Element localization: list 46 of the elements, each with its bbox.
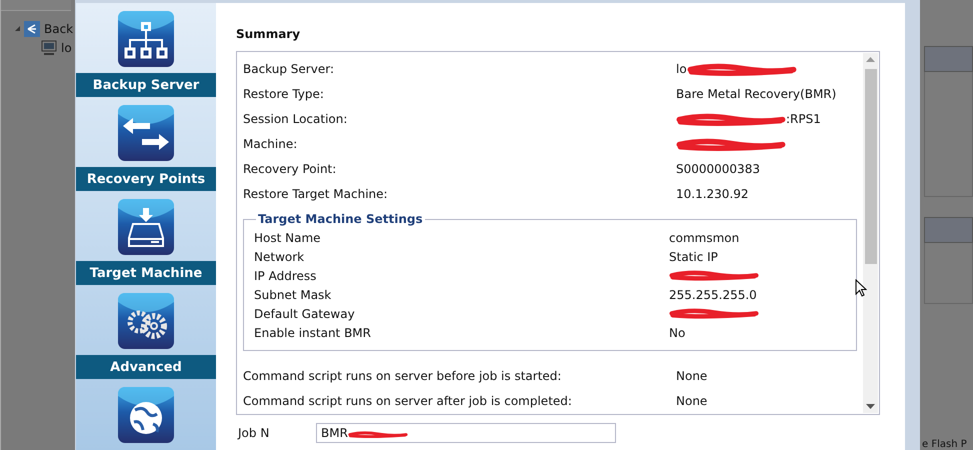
section-title: Summary [236,27,300,41]
panel-header [924,217,973,243]
computer-icon [41,40,57,56]
field-value: S0000000383 [676,162,760,176]
field-label: Machine: [243,136,298,150]
field-value: Static IP [669,250,718,264]
tree-item[interactable]: lo [61,40,72,54]
field-value: lo [676,62,687,76]
field-label: Backup Server: [243,62,335,76]
field-value: 10.1.230.92 [676,186,749,200]
nav-label[interactable]: Backup Server [76,73,216,97]
field-label: Session Location: [243,112,348,126]
field-value: No [669,326,686,340]
nav-label[interactable]: Target Machine [76,261,216,285]
tree-item[interactable]: Back [44,22,74,36]
field-label: Command script runs on server after job is completed: [243,394,573,408]
field-value: commsmon [669,230,740,244]
field-value: None [676,394,708,408]
field-label: Recovery Point: [243,162,338,176]
field-label: Enable instant BMR [254,326,372,340]
job-name-field[interactable]: BMR [316,423,616,443]
field-value: 255.255.255.0 [669,288,757,302]
field-label: Default Gateway [254,306,356,320]
field-label: Host Name [254,230,322,244]
arrows-icon[interactable] [117,104,175,162]
field-label: Restore Target Machine: [243,186,389,200]
nav-label[interactable]: Recovery Points [76,167,216,191]
group-title: Target Machine Settings [257,212,424,226]
field-label: Subnet Mask [254,288,332,302]
nav-label[interactable]: Advanced [76,355,216,379]
field-label: IP Address [254,268,318,282]
field-label: Network [254,250,306,264]
cursor-icon [855,279,867,298]
field-label: Job N [238,426,270,440]
background-text: e Flash P [922,439,967,450]
field-value: :RPS1 [786,112,821,126]
field-label: Restore Type: [243,86,325,100]
field-value: Bare Metal Recovery(BMR) [676,86,836,100]
globe-icon[interactable] [117,386,175,444]
scrollbar[interactable] [863,53,878,413]
panel-header [924,46,973,72]
field-label: Command script runs on server before job is started: [243,368,562,382]
gears-icon[interactable] [117,292,175,350]
field-value: BMR [321,426,348,440]
field-value: None [676,368,708,382]
drive-icon[interactable] [117,198,175,256]
